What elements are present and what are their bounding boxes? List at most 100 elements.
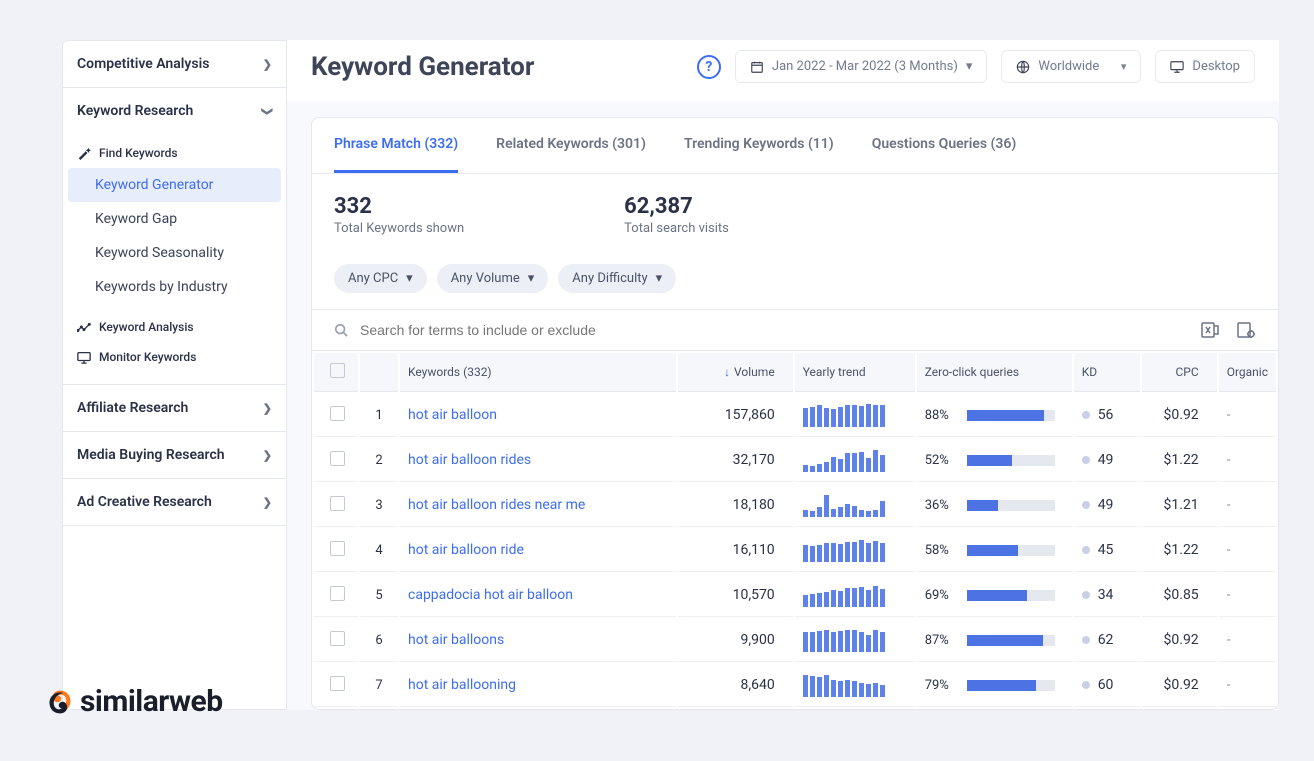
sidebar-item-affiliate-research[interactable]: Affiliate Research ❯ xyxy=(63,385,286,431)
volume-value: 9,900 xyxy=(678,619,793,662)
kd-cell: 34 xyxy=(1082,587,1132,603)
keywords-table: Keywords (332) ↓Volume Yearly trend Zero… xyxy=(312,351,1278,709)
checkbox-row[interactable] xyxy=(330,496,345,511)
chevron-down-icon: ▾ xyxy=(528,271,535,286)
row-rank: 3 xyxy=(360,484,398,527)
zero-click-cell: 87% xyxy=(925,633,1064,648)
zero-click-cell: 69% xyxy=(925,588,1064,603)
chevron-right-icon: ❯ xyxy=(263,449,272,462)
tab-phrase-match[interactable]: Phrase Match (332) xyxy=(334,118,458,173)
sidebar-item-competitive-analysis[interactable]: Competitive Analysis ❯ xyxy=(63,41,286,87)
sort-down-icon: ↓ xyxy=(724,365,730,379)
organic-value: - xyxy=(1219,664,1276,707)
organic-value: - xyxy=(1219,439,1276,482)
zero-click-cell: 52% xyxy=(925,453,1064,468)
date-range-selector[interactable]: Jan 2022 - Mar 2022 (3 Months) ▾ xyxy=(735,50,988,83)
checkbox-row[interactable] xyxy=(330,406,345,421)
sidebar-item-keyword-seasonality[interactable]: Keyword Seasonality xyxy=(63,236,286,270)
tab-trending-keywords[interactable]: Trending Keywords (11) xyxy=(684,118,834,173)
search-input[interactable] xyxy=(360,322,1188,338)
keyword-link[interactable]: hot air balloon rides near me xyxy=(408,497,585,513)
topbar: Keyword Generator ? Jan 2022 - Mar 2022 … xyxy=(287,40,1279,101)
col-zero[interactable]: Zero-click queries xyxy=(917,353,1072,392)
sidebar-label: Competitive Analysis xyxy=(77,56,209,72)
region-selector[interactable]: Worldwide ▾ xyxy=(1001,50,1141,83)
stat-total-keywords: 332 Total Keywords shown xyxy=(334,194,464,236)
col-cpc[interactable]: CPC xyxy=(1142,353,1217,392)
cpc-value: $1.21 xyxy=(1142,484,1217,527)
sidebar-item-ad-creative-research[interactable]: Ad Creative Research ❯ xyxy=(63,479,286,525)
checkbox-row[interactable] xyxy=(330,631,345,646)
cpc-value: $1.22 xyxy=(1142,439,1217,482)
filter-cpc[interactable]: Any CPC▾ xyxy=(334,264,427,293)
filter-volume[interactable]: Any Volume▾ xyxy=(437,264,549,293)
checkbox-row[interactable] xyxy=(330,451,345,466)
keyword-link[interactable]: cappadocia hot air balloon xyxy=(408,587,573,603)
checkbox-all[interactable] xyxy=(330,363,345,378)
tabs: Phrase Match (332) Related Keywords (301… xyxy=(312,118,1278,174)
organic-value: - xyxy=(1219,619,1276,662)
tab-questions-queries[interactable]: Questions Queries (36) xyxy=(872,118,1017,173)
row-rank: 5 xyxy=(360,574,398,617)
table-row: 4 hot air balloon ride 16,110 58% 45 $1.… xyxy=(314,529,1276,572)
keyword-link[interactable]: hot air balloon ride xyxy=(408,542,524,558)
col-keywords[interactable]: Keywords (332) xyxy=(400,353,676,392)
sidebar-label: Keyword Research xyxy=(77,103,193,119)
kd-cell: 56 xyxy=(1082,407,1132,423)
stats-row: 332 Total Keywords shown 62,387 Total se… xyxy=(312,174,1278,256)
help-icon[interactable]: ? xyxy=(697,55,721,79)
checkbox-row[interactable] xyxy=(330,586,345,601)
sidebar-item-keyword-research[interactable]: Keyword Research ❯ xyxy=(63,88,286,134)
chevron-down-icon: ▾ xyxy=(406,271,413,286)
organic-value: - xyxy=(1219,484,1276,527)
sidebar-item-keyword-gap[interactable]: Keyword Gap xyxy=(63,202,286,236)
cpc-value: $0.85 xyxy=(1142,574,1217,617)
keyword-link[interactable]: hot air balloon rides xyxy=(408,452,531,468)
tab-related-keywords[interactable]: Related Keywords (301) xyxy=(496,118,646,173)
row-rank: 7 xyxy=(360,664,398,707)
zero-click-cell: 79% xyxy=(925,678,1064,693)
row-rank: 4 xyxy=(360,529,398,572)
keyword-link[interactable]: hot air ballooning xyxy=(408,677,516,693)
search-icon xyxy=(334,323,348,337)
table-row: 3 hot air balloon rides near me 18,180 3… xyxy=(314,484,1276,527)
volume-value: 16,110 xyxy=(678,529,793,572)
cpc-value: $0.92 xyxy=(1142,664,1217,707)
volume-value: 32,170 xyxy=(678,439,793,482)
device-selector[interactable]: Desktop xyxy=(1155,50,1255,83)
trend-sparkline xyxy=(803,583,907,607)
volume-value: 10,570 xyxy=(678,574,793,617)
filter-difficulty[interactable]: Any Difficulty▾ xyxy=(558,264,676,293)
sidebar-group-keyword-analysis[interactable]: Keyword Analysis xyxy=(63,312,286,342)
sidebar-label: Media Buying Research xyxy=(77,447,225,463)
table-row: 2 hot air balloon rides 32,170 52% 49 $1… xyxy=(314,439,1276,482)
keyword-link[interactable]: hot air balloon xyxy=(408,407,497,423)
sidebar-group-monitor-keywords[interactable]: Monitor Keywords xyxy=(63,342,286,372)
sidebar-item-keywords-by-industry[interactable]: Keywords by Industry xyxy=(63,270,286,304)
magic-wand-icon xyxy=(77,146,91,160)
table-row: 6 hot air balloons 9,900 87% 62 $0.92 - xyxy=(314,619,1276,662)
checkbox-row[interactable] xyxy=(330,676,345,691)
stat-search-visits: 62,387 Total search visits xyxy=(624,194,729,236)
volume-value: 157,860 xyxy=(678,394,793,437)
search-bar xyxy=(312,309,1278,351)
col-trend[interactable]: Yearly trend xyxy=(795,353,915,392)
export-excel-icon[interactable] xyxy=(1200,320,1220,340)
col-volume[interactable]: ↓Volume xyxy=(678,353,793,392)
sidebar-item-keyword-generator[interactable]: Keyword Generator xyxy=(68,168,281,202)
sidebar-item-media-buying-research[interactable]: Media Buying Research ❯ xyxy=(63,432,286,478)
desktop-icon xyxy=(1170,60,1184,74)
settings-icon[interactable] xyxy=(1236,320,1256,340)
col-organic[interactable]: Organic xyxy=(1219,353,1276,392)
organic-value: - xyxy=(1219,574,1276,617)
sidebar-label: Affiliate Research xyxy=(77,400,188,416)
cpc-value: $1.22 xyxy=(1142,529,1217,572)
keyword-link[interactable]: hot air balloons xyxy=(408,632,504,648)
col-kd[interactable]: KD xyxy=(1074,353,1140,392)
chevron-down-icon: ▾ xyxy=(656,271,663,286)
table-row: 1 hot air balloon 157,860 88% 56 $0.92 - xyxy=(314,394,1276,437)
sidebar: Competitive Analysis ❯ Keyword Research … xyxy=(62,40,287,710)
trend-sparkline xyxy=(803,403,907,427)
chevron-down-icon: ❯ xyxy=(261,106,274,115)
checkbox-row[interactable] xyxy=(330,541,345,556)
